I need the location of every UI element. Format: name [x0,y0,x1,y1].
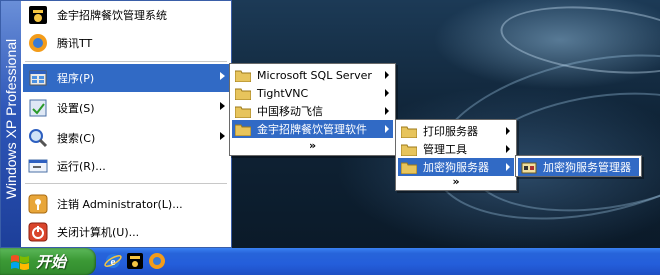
menu-item-print-server[interactable]: 打印服务器 [398,122,514,140]
start-item-label: 腾讯TT [57,37,93,50]
expand-menu-chevron-icon[interactable]: » [398,174,514,190]
start-item-run[interactable]: 运行(R)... [23,152,231,180]
start-item-label: 注销 Administrator(L)... [57,198,183,211]
windows-xp-professional-banner: Windows XP Professional [3,38,19,200]
submenu-arrow-icon [385,71,389,79]
program-group-icon [401,162,417,174]
jinyu-software-submenu: 打印服务器 管理工具 加密狗服务器 » [395,119,517,191]
submenu-arrow-icon [385,89,389,97]
tencent-tt-icon [29,34,47,52]
chef-app-icon[interactable] [126,252,144,270]
start-item-label: 设置(S) [57,102,95,115]
start-button-label: 开始 [36,253,67,271]
windows-flag-icon [11,254,29,270]
programs-submenu: Microsoft SQL Server TightVNC 中国移动飞信 金宇招… [229,63,396,156]
submenu-arrow-icon [385,107,389,115]
shutdown-icon [28,222,48,242]
submenu-arrow-icon [385,125,389,133]
start-item-label: 程序(P) [57,72,95,85]
run-icon [28,159,48,173]
expand-menu-chevron-icon[interactable]: » [232,138,393,154]
programs-icon [29,70,47,86]
submenu-arrow-icon [220,102,225,110]
submenu-arrow-icon [506,163,510,171]
start-item-logoff[interactable]: 注销 Administrator(L)... [23,190,231,218]
start-menu-separator [25,61,227,62]
program-group-icon [235,88,251,100]
submenu-arrow-icon [506,145,510,153]
program-group-icon [401,144,417,156]
program-group-icon [235,70,251,82]
program-group-icon [401,126,417,138]
start-item-tencent-tt[interactable]: 腾讯TT [23,29,231,57]
logoff-icon [28,194,48,214]
start-item-label: 关闭计算机(U)... [57,226,140,239]
start-menu-separator [25,183,227,184]
submenu-arrow-icon [220,132,225,140]
menu-item-tightvnc[interactable]: TightVNC [232,84,393,102]
dongle-manager-icon [521,162,537,173]
start-menu-brand-strip: Windows XP Professional [1,1,21,247]
start-item-label: 运行(R)... [57,160,106,173]
ie-icon[interactable]: e [104,252,122,270]
menu-item-jinyu-software[interactable]: 金宇招牌餐饮管理软件 [232,120,393,138]
start-item-jinyu-system[interactable]: 金宇招牌餐饮管理系统 [23,1,231,29]
menu-item-fetion[interactable]: 中国移动飞信 [232,102,393,120]
dongle-server-submenu: 加密狗服务管理器 [515,155,642,177]
menu-item-sql-server[interactable]: Microsoft SQL Server [232,66,393,84]
start-item-label: 搜索(C) [57,132,96,145]
menu-item-label: Microsoft SQL Server [257,68,372,82]
start-button[interactable]: 开始 [0,248,96,275]
start-menu: Windows XP Professional 金宇招牌餐饮管理系统 腾讯TT … [0,0,232,248]
menu-item-dongle-service-manager[interactable]: 加密狗服务管理器 [518,158,639,176]
start-item-search[interactable]: 搜索(C) [23,124,231,152]
search-icon [29,129,48,148]
submenu-arrow-icon [220,72,225,80]
program-group-icon [235,124,251,136]
chef-app-icon [29,6,47,24]
menu-item-label: 打印服务器 [423,125,478,138]
start-item-shutdown[interactable]: 关闭计算机(U)... [23,218,231,246]
settings-icon [29,99,47,117]
tencent-tt-icon[interactable] [148,252,166,270]
taskbar: 开始 e [0,248,660,275]
menu-item-label: 加密狗服务管理器 [543,161,631,174]
svg-text:e: e [111,256,116,268]
submenu-arrow-icon [506,127,510,135]
menu-item-label: 金宇招牌餐饮管理软件 [257,123,367,136]
start-item-settings[interactable]: 设置(S) [23,94,231,122]
start-item-label: 金宇招牌餐饮管理系统 [57,9,167,22]
program-group-icon [235,106,251,118]
menu-item-label: 中国移动飞信 [257,105,323,118]
menu-item-admin-tools[interactable]: 管理工具 [398,140,514,158]
menu-item-label: 管理工具 [423,143,467,156]
menu-item-label: TightVNC [257,86,309,100]
start-item-programs[interactable]: 程序(P) [23,64,231,92]
menu-item-label: 加密狗服务器 [423,161,489,174]
